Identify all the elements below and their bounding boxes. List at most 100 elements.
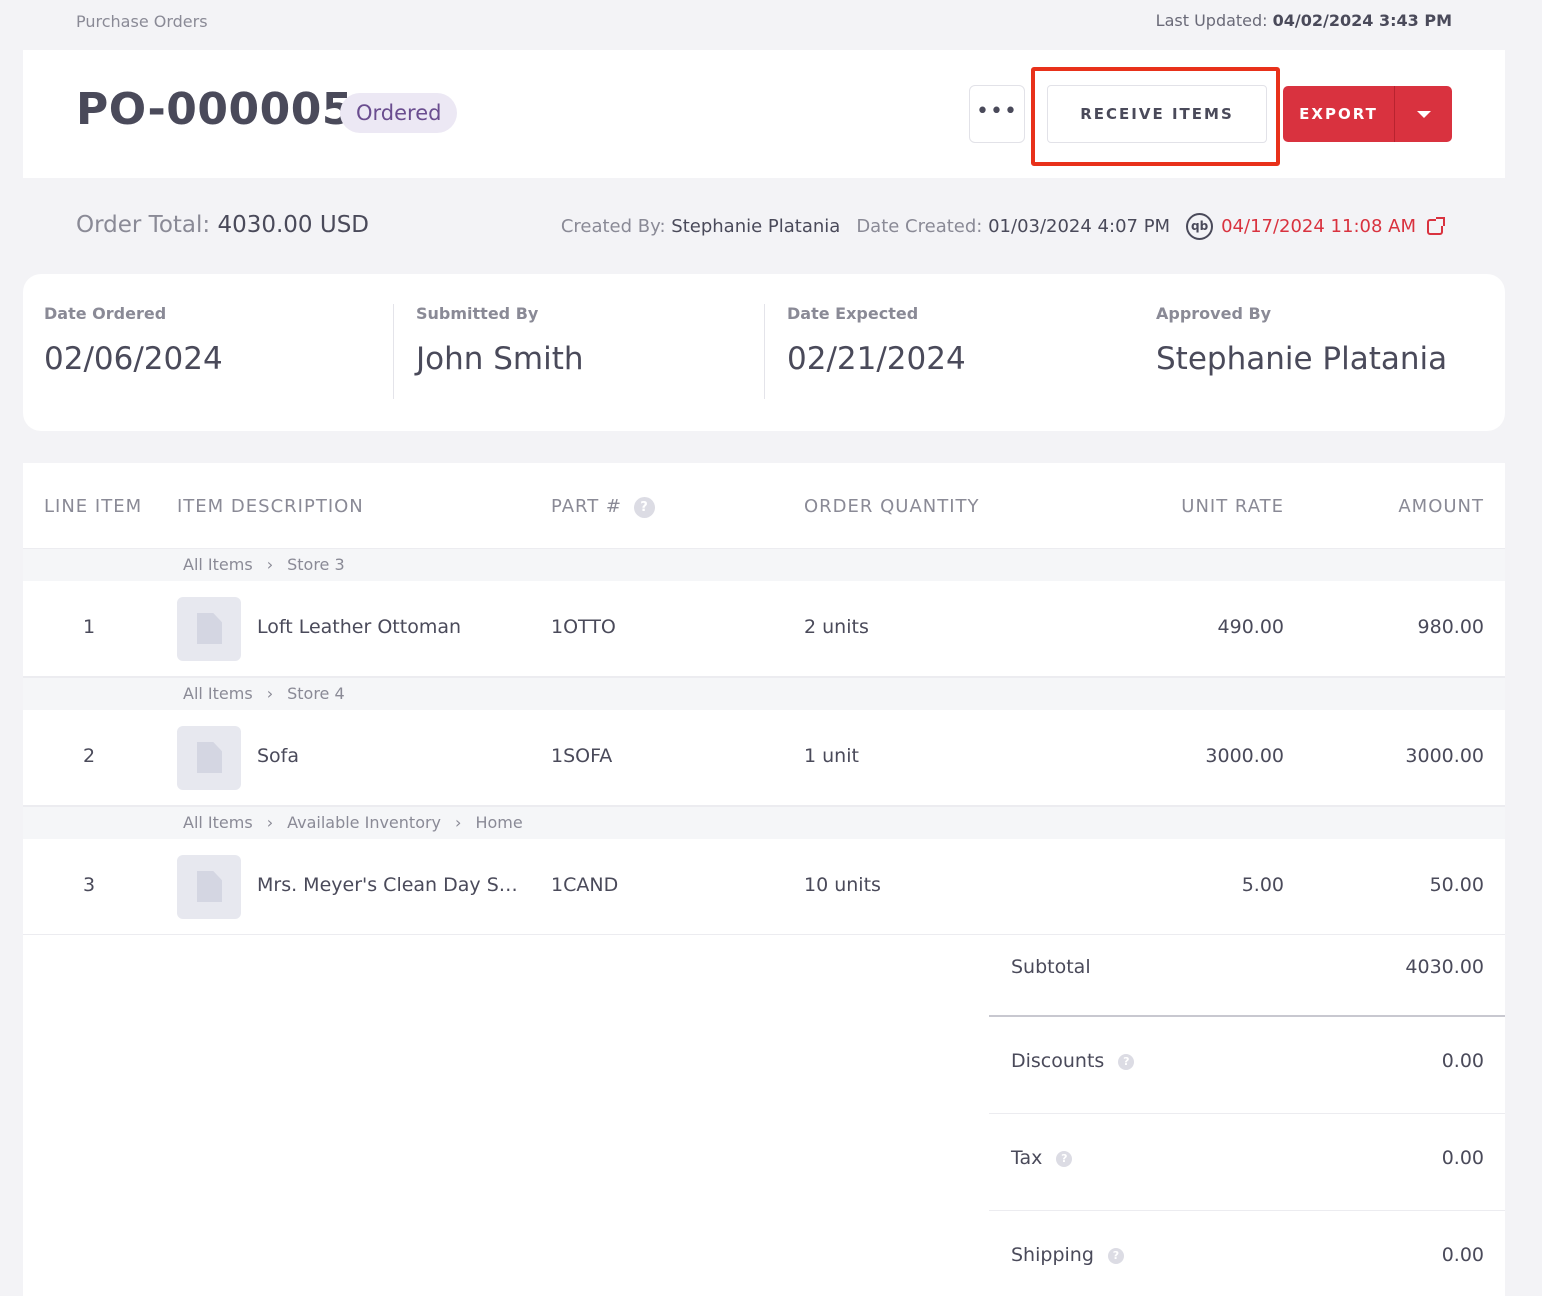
crumb[interactable]: All Items [183, 813, 253, 832]
column-header-unit-rate[interactable]: UNIT RATE [1181, 496, 1284, 517]
crumb[interactable]: All Items [183, 684, 253, 703]
order-quantity: 2 units [804, 616, 869, 638]
column-header-quantity[interactable]: ORDER QUANTITY [804, 496, 980, 517]
last-updated-value: 04/02/2024 3:43 PM [1272, 11, 1452, 30]
order-total: Order Total: 4030.00 USD [76, 212, 369, 238]
discounts-label: Discounts [1011, 1050, 1105, 1072]
chevron-down-icon[interactable] [1395, 86, 1452, 142]
document-icon [177, 855, 241, 919]
date-ordered: Date Ordered 02/06/2024 [44, 304, 404, 399]
info-value: John Smith [416, 341, 584, 377]
shipping-row: Shipping? 0.00 [989, 1211, 1505, 1296]
line-number: 1 [82, 616, 96, 638]
created-by-value: Stephanie Platania [671, 216, 841, 237]
subtotal-value: 4030.00 [1405, 956, 1484, 978]
category-breadcrumb: All Items › Store 3 [183, 555, 345, 574]
document-icon [177, 597, 241, 661]
table-row[interactable]: 1 Loft Leather Ottoman 1OTTO 2 units 490… [23, 581, 1505, 677]
more-options-button[interactable]: ••• [969, 85, 1025, 143]
crumb[interactable]: Home [475, 813, 522, 832]
order-quantity: 10 units [804, 874, 881, 896]
discounts-value[interactable]: 0.00 [1442, 1050, 1484, 1072]
crumb[interactable]: Store 3 [287, 555, 345, 574]
date-created-value: 01/03/2024 4:07 PM [988, 216, 1171, 237]
amount: 980.00 [1417, 616, 1484, 638]
info-value: 02/06/2024 [44, 341, 223, 377]
info-value: 02/21/2024 [787, 341, 966, 377]
receive-items-button[interactable]: RECEIVE ITEMS [1047, 85, 1267, 143]
document-icon [177, 726, 241, 790]
crumb[interactable]: All Items [183, 555, 253, 574]
subtotal-label: Subtotal [1011, 956, 1091, 978]
subtotal-row: Subtotal 4030.00 [989, 935, 1505, 1017]
order-total-label: Order Total: [76, 212, 211, 238]
order-quantity: 1 unit [804, 745, 859, 767]
approved-by: Approved By Stephanie Platania [1156, 304, 1516, 399]
help-icon[interactable]: ? [1107, 1247, 1124, 1264]
column-header-line-item[interactable]: LINE ITEM [44, 496, 142, 517]
item-description[interactable]: Loft Leather Ottoman [257, 616, 527, 638]
unit-rate: 3000.00 [1205, 745, 1284, 767]
last-updated-label: Last Updated: [1155, 11, 1268, 30]
export-button[interactable]: EXPORT [1283, 86, 1395, 142]
column-header-part-label: PART # [551, 496, 623, 517]
info-label: Approved By [1156, 304, 1272, 323]
line-number: 3 [82, 874, 96, 896]
amount: 3000.00 [1405, 745, 1484, 767]
chevron-right-icon: › [455, 813, 462, 832]
shipping-label: Shipping [1011, 1244, 1094, 1266]
category-path-row: All Items › Store 3 [23, 548, 1505, 581]
crumb[interactable]: Store 4 [287, 684, 345, 703]
chevron-right-icon: › [266, 813, 274, 832]
table-row[interactable]: 3 Mrs. Meyer's Clean Day Soy ... 1CAND 1… [23, 839, 1505, 935]
category-path-row: All Items › Store 4 [23, 677, 1505, 710]
category-breadcrumb: All Items › Store 4 [183, 684, 345, 703]
part-number: 1OTTO [551, 616, 616, 638]
external-link-icon[interactable] [1427, 216, 1445, 235]
shipping-value[interactable]: 0.00 [1442, 1244, 1484, 1266]
column-header-part[interactable]: PART #? [551, 496, 656, 518]
date-created-label: Date Created: [856, 216, 983, 237]
tax-value[interactable]: 0.00 [1442, 1147, 1484, 1169]
submitted-by: Submitted By John Smith [393, 304, 753, 399]
category-breadcrumb: All Items › Available Inventory › Home [183, 813, 523, 832]
line-number: 2 [82, 745, 96, 767]
help-icon[interactable]: ? [1056, 1150, 1073, 1167]
help-icon[interactable]: ? [1118, 1053, 1135, 1070]
tax-label-wrap: Tax? [1011, 1147, 1073, 1169]
item-description[interactable]: Mrs. Meyer's Clean Day Soy ... [257, 874, 527, 896]
chevron-right-icon: › [266, 684, 274, 703]
discounts-row: Discounts? 0.00 [989, 1017, 1505, 1114]
info-label: Submitted By [416, 304, 539, 323]
part-number: 1SOFA [551, 745, 613, 767]
totals-panel: Subtotal 4030.00 Discounts? 0.00 Tax? 0.… [989, 935, 1505, 1296]
breadcrumb[interactable]: Purchase Orders [76, 12, 208, 31]
info-value: Stephanie Platania [1156, 341, 1448, 377]
info-label: Date Ordered [44, 304, 167, 323]
shipping-label-wrap: Shipping? [1011, 1244, 1124, 1266]
discounts-label-wrap: Discounts? [1011, 1050, 1135, 1072]
order-total-value: 4030.00 USD [217, 212, 370, 238]
category-path-row: All Items › Available Inventory › Home [23, 806, 1505, 839]
quickbooks-icon: qb [1186, 213, 1214, 240]
header-card: PO-000005 Ordered ••• RECEIVE ITEMS EXPO… [23, 50, 1505, 178]
status-badge: Ordered [340, 93, 458, 133]
unit-rate: 5.00 [1241, 874, 1284, 896]
sync-date-link[interactable]: 04/17/2024 11:08 AM [1221, 216, 1416, 237]
order-meta: Created By: Stephanie Platania Date Crea… [560, 213, 1445, 240]
item-description[interactable]: Sofa [257, 745, 527, 767]
part-number: 1CAND [551, 874, 619, 896]
crumb[interactable]: Available Inventory [287, 813, 441, 832]
help-icon[interactable]: ? [634, 496, 656, 518]
column-header-description[interactable]: ITEM DESCRIPTION [177, 496, 364, 517]
top-bar: Purchase Orders Last Updated: 04/02/2024… [0, 0, 1542, 44]
created-by-label: Created By: [560, 216, 666, 237]
purchase-order-page: Purchase Orders Last Updated: 04/02/2024… [0, 0, 1542, 1296]
order-info-card: Date Ordered 02/06/2024 Submitted By Joh… [23, 274, 1505, 431]
tax-row: Tax? 0.00 [989, 1114, 1505, 1211]
page-title: PO-000005 [76, 84, 353, 135]
table-row[interactable]: 2 Sofa 1SOFA 1 unit 3000.00 3000.00 [23, 710, 1505, 806]
date-expected: Date Expected 02/21/2024 [764, 304, 1124, 399]
column-header-amount[interactable]: AMOUNT [1398, 496, 1484, 517]
info-label: Date Expected [787, 304, 919, 323]
